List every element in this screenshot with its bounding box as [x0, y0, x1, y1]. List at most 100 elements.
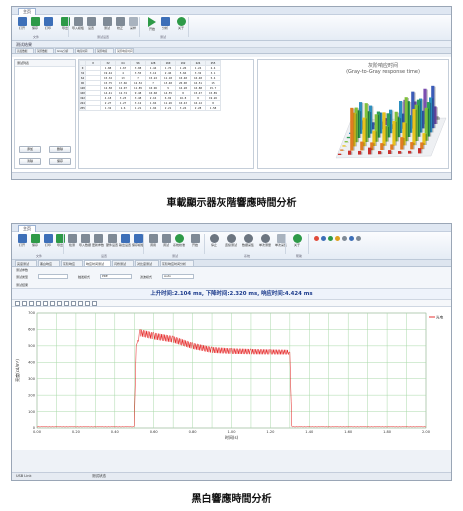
table-cell[interactable]: 1.6: [115, 105, 131, 111]
table-cell[interactable]: 224: [79, 100, 86, 106]
test-type-field[interactable]: [38, 274, 68, 279]
zoom-y-icon[interactable]: [36, 301, 41, 306]
ribbon-button-10[interactable]: 分析: [158, 17, 172, 30]
ribbon-separator: [143, 234, 144, 254]
save-list-button[interactable]: 保存: [49, 158, 71, 165]
ribbon-button-2[interactable]: 打印: [41, 17, 55, 30]
table-cell[interactable]: 2.28: [190, 105, 206, 111]
tab-6[interactable]: 灰阶响应时间分析: [160, 260, 194, 267]
tab-4[interactable]: 灰阶响应: [95, 48, 114, 54]
ribbon-button-15[interactable]: 连续测试: [224, 234, 238, 247]
bar3d-bar: [338, 153, 342, 155]
tab-4[interactable]: 闪烁测试: [112, 260, 134, 267]
tab-2[interactable]: Gray分析: [55, 48, 74, 54]
quick-tool-icon[interactable]: [356, 236, 361, 241]
print-icon[interactable]: [85, 301, 90, 306]
measure-icon[interactable]: [64, 301, 69, 306]
quick-tool-icon[interactable]: [349, 236, 354, 241]
quick-tool-icon[interactable]: [328, 236, 333, 241]
tab-1[interactable]: 黑白响应: [38, 260, 60, 267]
zoom-x-icon[interactable]: [29, 301, 34, 306]
add-button[interactable]: 添加: [19, 146, 41, 153]
x-tick-label: 0.00: [33, 430, 42, 434]
reset-icon[interactable]: [50, 301, 55, 306]
ribbon-button-11[interactable]: 调试: [159, 234, 173, 247]
ribbon-button-0[interactable]: 打开: [15, 17, 29, 30]
plot-toolbar: [12, 300, 451, 307]
tab-2[interactable]: 灰阶响应: [61, 260, 83, 267]
quick-tool-icon[interactable]: [335, 236, 340, 241]
ribbon-button-14[interactable]: 停止: [207, 234, 221, 247]
ribbon-button-0[interactable]: 打开: [15, 234, 29, 247]
tab-0[interactable]: 亮度测试: [15, 260, 37, 267]
table-cell[interactable]: [85, 105, 101, 111]
ribbon-icon-9: [148, 17, 156, 27]
menu-tab-home[interactable]: 主页: [18, 225, 36, 232]
ribbon-button-label: 测试: [103, 26, 110, 30]
ribbon-button-12[interactable]: 系统校准: [172, 234, 186, 247]
ribbon-button-8[interactable]: 采样: [126, 17, 140, 30]
menu-tab-home[interactable]: 主页: [18, 8, 36, 15]
quick-tool-icon[interactable]: [314, 236, 319, 241]
tab-1[interactable]: 灰阶数据: [35, 48, 54, 54]
y-tick-label: 300: [28, 377, 36, 381]
ribbon-button-16[interactable]: 数据采集: [241, 234, 255, 247]
menu-bar: 主页: [12, 7, 451, 15]
ribbon-icon-5: [80, 234, 90, 243]
ribbon-button-4[interactable]: 检测: [65, 234, 79, 247]
ribbon-button-1[interactable]: 保存: [28, 17, 42, 30]
save-image-icon[interactable]: [71, 301, 76, 306]
trigger-mode-select[interactable]: PRE: [100, 274, 132, 279]
ribbon-group-label: 文件: [32, 35, 39, 39]
quick-tool-icon[interactable]: [321, 236, 326, 241]
clear-button[interactable]: 清除: [19, 158, 41, 165]
ribbon-button-8[interactable]: 输出设置: [118, 234, 132, 247]
ribbon-button-1[interactable]: 保存: [28, 234, 42, 247]
ribbon-button-7[interactable]: 校正: [113, 17, 127, 30]
ribbon-button-4[interactable]: 导入模板: [71, 17, 85, 30]
table-cell[interactable]: 160: [79, 90, 86, 96]
ribbon-button-11[interactable]: 关于: [174, 17, 188, 30]
zoom-in-icon[interactable]: [15, 301, 20, 306]
table-cell[interactable]: 1.94: [145, 105, 161, 111]
bar3d-bar: [400, 137, 404, 150]
table-cell[interactable]: 2.21: [160, 105, 176, 111]
bar3d-bar: [412, 108, 416, 146]
bar3d-bar: [408, 150, 412, 154]
ribbon-icon-4: [67, 234, 77, 243]
tab-5[interactable]: 灰阶响应时间: [115, 48, 134, 54]
table-cell[interactable]: 128: [79, 85, 86, 91]
table-cell[interactable]: 255: [79, 105, 86, 111]
table-cell[interactable]: 3.24: [175, 105, 191, 111]
ribbon-button-5[interactable]: 设置: [84, 17, 98, 30]
ribbon-button-5[interactable]: 导入数据: [78, 234, 92, 247]
ribbon-button-13[interactable]: 开始: [188, 234, 202, 247]
ribbon-button-label: 打开: [18, 26, 25, 30]
zoom-out-icon[interactable]: [22, 301, 27, 306]
table-cell[interactable]: 1.32: [100, 105, 116, 111]
filter-mode-select[interactable]: Auto: [162, 274, 194, 279]
delete-button[interactable]: 删除: [49, 146, 71, 153]
ribbon-button-label: 校正: [116, 26, 123, 30]
ribbon-button-10[interactable]: 调用: [146, 234, 160, 247]
tab-3[interactable]: 响应时间: [75, 48, 94, 54]
settings-icon[interactable]: [92, 301, 97, 306]
tab-3[interactable]: 响应时间测试: [84, 260, 111, 267]
table-cell[interactable]: 1.58: [205, 105, 221, 111]
cursor-icon[interactable]: [57, 301, 62, 306]
pan-icon[interactable]: [43, 301, 48, 306]
ribbon-button-7[interactable]: 硬件设置: [105, 234, 119, 247]
table-cell[interactable]: 192: [79, 95, 86, 101]
ribbon-button-3[interactable]: 导出: [58, 17, 72, 30]
quick-tool-icon[interactable]: [342, 236, 347, 241]
ribbon-button-17[interactable]: 单次测量: [258, 234, 272, 247]
table-cell[interactable]: 1.21: [130, 105, 146, 111]
tab-5[interactable]: 对比度测试: [135, 260, 159, 267]
tab-0[interactable]: 亮度数据: [15, 48, 34, 54]
ribbon-button-6[interactable]: 更新参数: [91, 234, 105, 247]
copy-icon[interactable]: [78, 301, 83, 306]
ribbon-button-19[interactable]: 关于: [290, 234, 304, 247]
ribbon-button-6[interactable]: 测试: [100, 17, 114, 30]
bar3d-bar: [390, 144, 394, 150]
ribbon-button-9[interactable]: 开始: [145, 17, 159, 31]
